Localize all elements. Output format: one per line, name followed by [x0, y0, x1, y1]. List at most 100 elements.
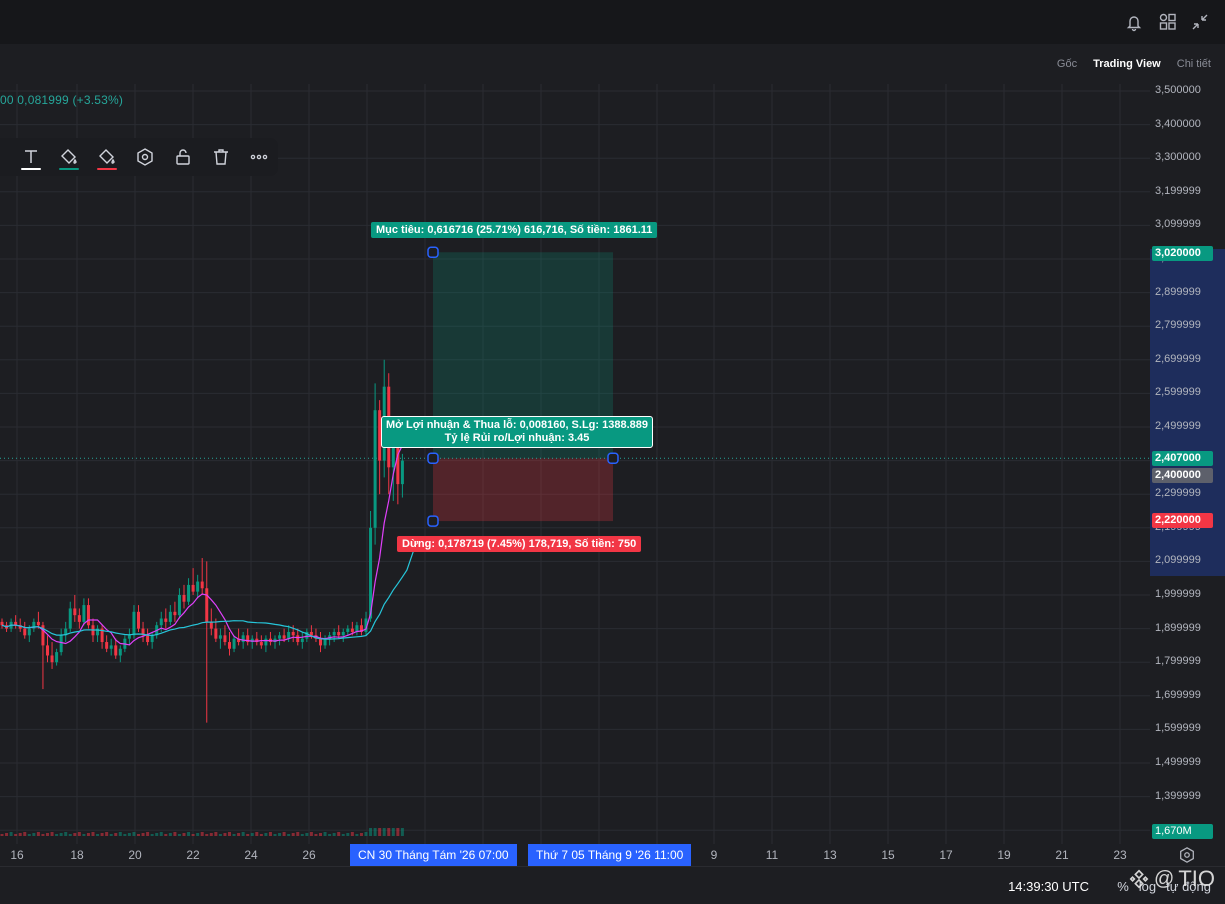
volume-bar — [218, 834, 222, 836]
volume-bar — [0, 834, 4, 836]
candle-body — [341, 631, 345, 636]
price-axis-label: 2,599999 — [1155, 386, 1201, 399]
trash-icon[interactable] — [208, 144, 234, 170]
candle-body — [50, 655, 54, 663]
range-start-tag: CN 30 Tháng Tám '26 07:00 — [350, 844, 517, 866]
layout-grid-icon[interactable] — [1158, 12, 1178, 32]
candle-body — [36, 621, 40, 626]
candle-body — [191, 584, 195, 592]
candle-body — [346, 628, 350, 632]
candle-body — [114, 645, 118, 656]
volume-bar — [241, 832, 245, 836]
candle-body — [337, 631, 341, 636]
candle-body — [296, 635, 300, 643]
candle-body — [168, 611, 172, 622]
time-axis[interactable]: 16 18 20 22 24 26 9 11 13 15 17 19 21 23… — [0, 844, 1150, 866]
candle-body — [73, 608, 77, 616]
volume-bar — [159, 832, 163, 836]
time-label: 17 — [939, 848, 953, 862]
candle-body — [132, 611, 136, 636]
utc-clock[interactable]: 14:39:30 UTC — [1008, 879, 1089, 894]
candle-body — [27, 628, 31, 636]
candle-body — [46, 645, 49, 656]
volume-bar — [364, 832, 368, 836]
candle-body — [173, 611, 177, 616]
volume-bar — [127, 833, 131, 836]
fill-color-icon[interactable] — [56, 144, 82, 170]
view-option-goc[interactable]: Gốc — [1057, 58, 1077, 70]
watermark-at: @ — [1154, 867, 1175, 890]
time-label: 24 — [244, 848, 258, 862]
volume-bar — [350, 832, 354, 836]
time-label: 13 — [823, 848, 837, 862]
stroke-color-icon[interactable] — [94, 144, 120, 170]
volume-bar — [250, 833, 254, 836]
position-handle[interactable] — [427, 246, 439, 259]
volume-bar — [264, 833, 268, 836]
volume-bar — [382, 828, 386, 836]
volume-bar — [209, 833, 213, 836]
volume-bar — [355, 834, 359, 836]
view-option-trading-view[interactable]: Trading View — [1093, 58, 1161, 70]
volume-bar — [55, 834, 59, 836]
view-option-chi-tiet[interactable]: Chi tiết — [1177, 58, 1211, 70]
price-axis-label: 2,699999 — [1155, 352, 1201, 365]
bell-icon[interactable] — [1124, 12, 1144, 32]
volume-bar — [137, 834, 140, 836]
price-axis-label: 1,999999 — [1155, 588, 1201, 600]
volume-tag: 1,670M — [1152, 824, 1213, 839]
volume-bar — [14, 834, 18, 836]
stop-label[interactable]: Dừng: 0,178719 (7.45%) 178,719, Số tiền:… — [397, 536, 642, 552]
drawing-toolbar — [0, 138, 278, 176]
pnl-label[interactable]: Mở Lợi nhuận & Thua lỗ: 0,008160, S.Lg: … — [381, 416, 653, 448]
volume-bar — [9, 832, 13, 836]
candle-body — [118, 648, 122, 656]
volume-bar — [314, 834, 318, 836]
volume-bar — [41, 834, 45, 836]
chart-settings-icon[interactable] — [1178, 846, 1196, 864]
collapse-icon[interactable] — [1190, 12, 1210, 32]
volume-bar — [396, 828, 400, 836]
volume-bar — [173, 832, 177, 836]
volume-bar — [36, 832, 40, 836]
more-icon[interactable] — [246, 144, 272, 170]
candle-body — [164, 618, 168, 622]
volume-bar — [300, 834, 304, 836]
volume-bar — [341, 834, 345, 836]
position-handle[interactable] — [607, 452, 619, 464]
volume-bar — [278, 833, 282, 836]
watermark-logo-icon — [1129, 869, 1149, 889]
volume-bar — [105, 832, 109, 836]
text-tool-icon[interactable] — [18, 144, 44, 170]
price-axis-label: 1,399999 — [1155, 789, 1201, 802]
candle-body — [127, 635, 131, 639]
candle-body — [182, 595, 186, 602]
candle-body — [187, 584, 191, 602]
settings-hexagon-icon[interactable] — [132, 144, 158, 170]
position-handle[interactable] — [427, 452, 439, 464]
position-handle[interactable] — [427, 515, 439, 527]
candle-body — [105, 642, 109, 649]
volume-bar — [332, 833, 336, 836]
volume-bar — [46, 833, 49, 836]
volume-bar — [387, 828, 391, 836]
candle-body — [200, 581, 204, 589]
target-label[interactable]: Mục tiêu: 0,616716 (25.71%) 616,716, Số … — [371, 222, 658, 238]
last-price-tag: 2,400000 — [1152, 468, 1213, 483]
unlock-icon[interactable] — [170, 144, 196, 170]
time-label: 15 — [881, 848, 895, 862]
price-chart[interactable] — [0, 84, 1150, 844]
volume-bar — [82, 834, 86, 836]
candle-body — [82, 605, 86, 622]
candle-body — [209, 621, 213, 629]
volume-bar — [359, 833, 363, 836]
volume-bar — [291, 833, 295, 836]
price-axis-label: 1,699999 — [1155, 688, 1201, 701]
candle-body — [287, 631, 291, 639]
candle-body — [77, 615, 81, 622]
candle-body — [264, 638, 268, 646]
volume-bar — [273, 834, 277, 836]
volume-bar — [287, 834, 291, 836]
candle-body — [391, 447, 395, 468]
pnl-line: Mở Lợi nhuận & Thua lỗ: 0,008160, S.Lg: … — [386, 419, 648, 431]
